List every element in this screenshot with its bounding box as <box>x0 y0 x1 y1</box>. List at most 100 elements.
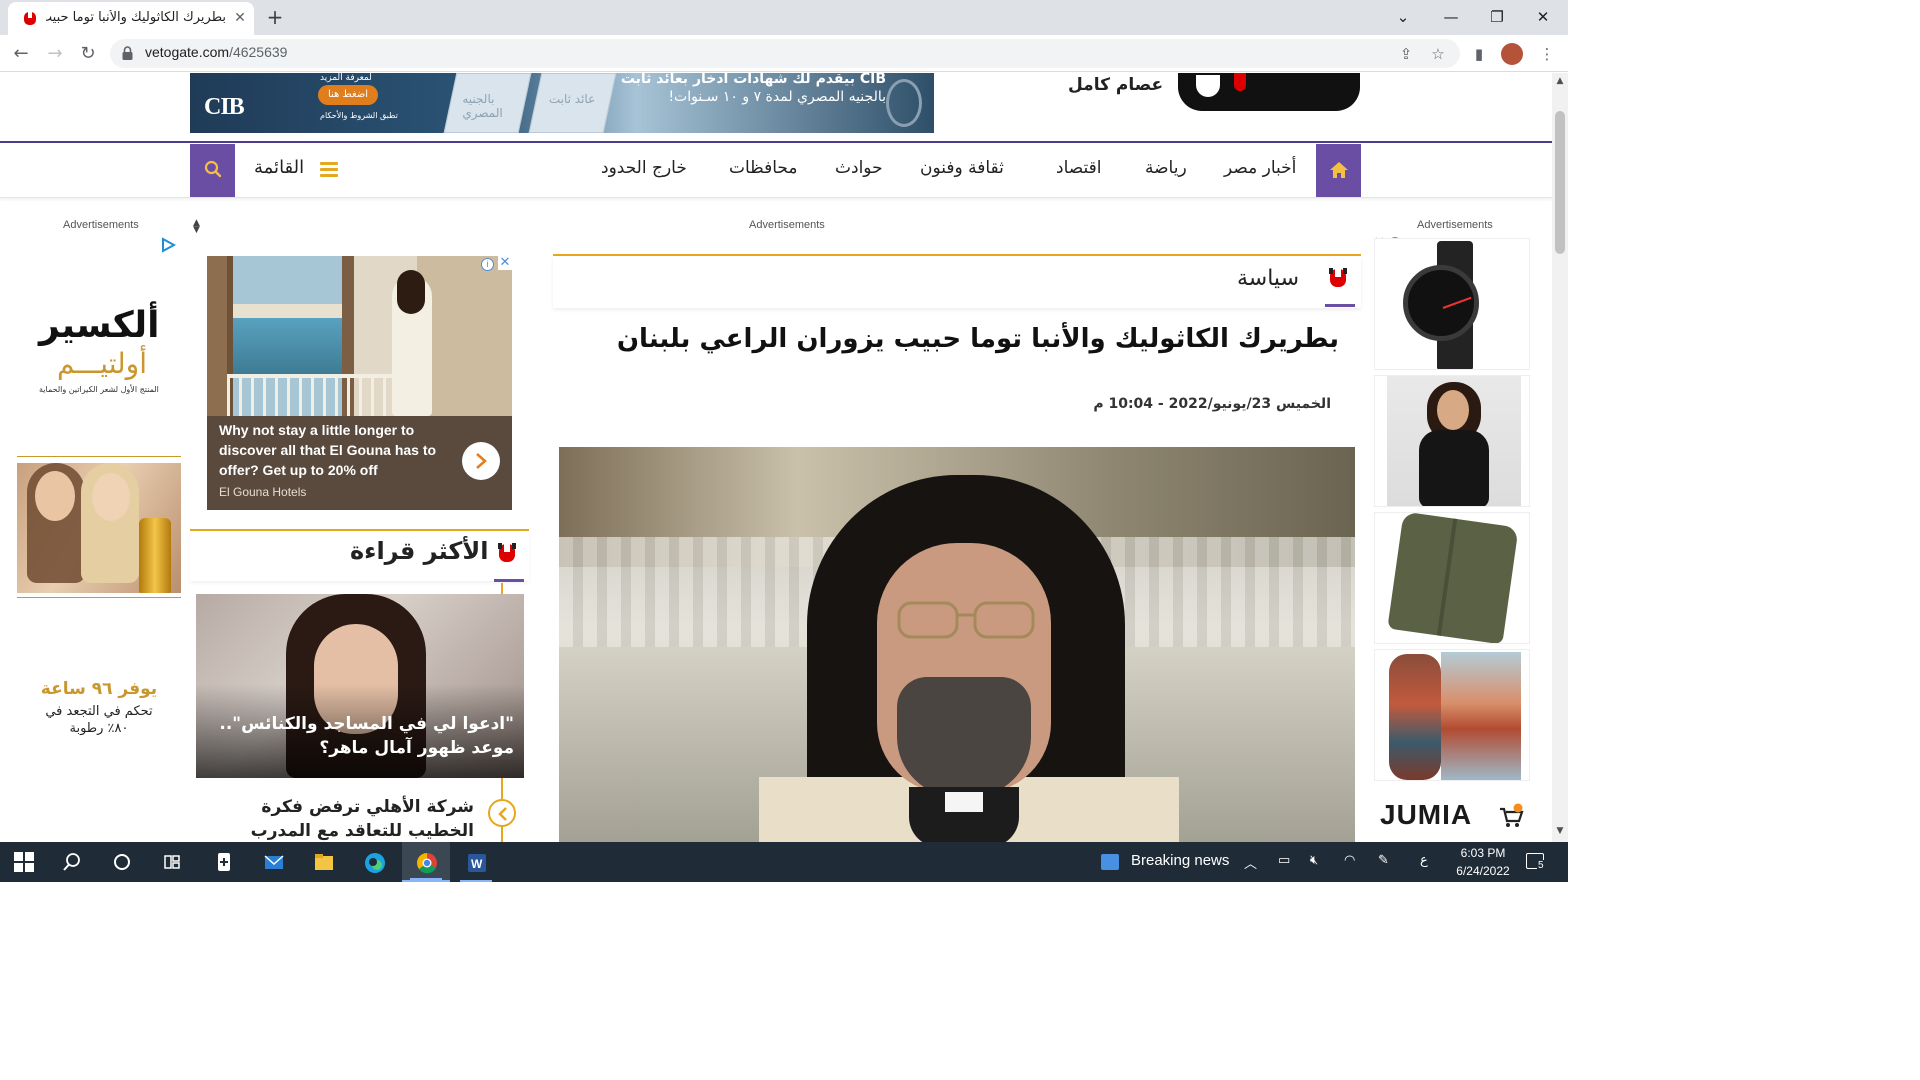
banner-subline: بالجنيه المصري لمدة ٧ و ١٠ سـنوات! <box>668 89 886 105</box>
side-panel-icon[interactable]: ▮ <box>1468 43 1490 65</box>
address-bar[interactable]: vetogate.com/4625639 ⇪ ☆ <box>110 39 1460 68</box>
banner-block-1: بالجنيه المصري <box>443 73 532 133</box>
browser-tab-active[interactable]: بطريرك الكاثوليك والأنبا توما حبيب ✕ <box>8 2 254 35</box>
most-read-featured-card[interactable]: "ادعوا لي في المساجد والكنائس".. موعد ظه… <box>196 594 524 778</box>
nav-item-abroad[interactable]: خارج الحدود <box>601 158 687 178</box>
new-tab-icon[interactable]: + <box>262 5 288 31</box>
ad-close-icon[interactable]: ✕ <box>498 256 512 270</box>
nav-item-egypt-news[interactable]: أخبار مصر <box>1224 158 1296 178</box>
tab-search-icon[interactable]: ⌄ <box>1380 4 1426 30</box>
file-explorer-icon[interactable] <box>300 842 348 882</box>
forward-icon[interactable]: → <box>42 41 68 67</box>
windows-start-icon[interactable] <box>0 842 48 882</box>
scroll-down-icon[interactable]: ▼ <box>1552 826 1568 836</box>
product-tattoo[interactable] <box>1374 649 1530 781</box>
cortana-icon[interactable] <box>98 842 146 882</box>
browser-menu-icon[interactable]: ⋮ <box>1536 43 1558 65</box>
wifi-icon[interactable]: ◠ <box>1344 853 1355 868</box>
sort-arrows-icon[interactable]: ▲ ▼ <box>193 219 203 235</box>
share-icon[interactable]: ⇪ <box>1396 44 1416 64</box>
profile-avatar[interactable] <box>1501 43 1523 65</box>
elixir-subbrand: أولتيـــم <box>57 347 147 380</box>
vetogate-logo[interactable] <box>1178 73 1360 113</box>
url-text: vetogate.com/4625639 <box>145 44 288 60</box>
hamburger-icon[interactable] <box>320 162 338 177</box>
most-read-title: الأكثر قراءة <box>350 537 489 565</box>
right-skyscraper-ad[interactable]: ✕ i JUMIA <box>1372 235 1532 842</box>
menu-button[interactable]: القائمة <box>254 157 304 185</box>
nav-item-governorates[interactable]: محافظات <box>729 158 798 178</box>
editor-name: عصام كامل <box>1068 75 1164 95</box>
list-item-headline: شركة الأهلي ترفض فكرة الخطيب للتعاقد مع … <box>250 797 474 841</box>
jumia-logo: JUMIA <box>1380 799 1473 830</box>
pen-icon[interactable]: ✎ <box>1378 853 1389 868</box>
chevron-right-icon[interactable] <box>462 442 500 480</box>
task-view-icon[interactable] <box>148 842 196 882</box>
banner-terms: تطبق الشروط والأحكام <box>320 111 398 120</box>
sponsored-source: El Gouna Hotels <box>219 485 307 499</box>
elixir-brand: ألكسير <box>39 305 160 346</box>
product-shorts[interactable] <box>1374 512 1530 644</box>
bookmark-star-icon[interactable]: ☆ <box>1428 44 1448 64</box>
tab-close-icon[interactable]: ✕ <box>230 8 250 28</box>
article-date: الخميس 23/يونيو/2022 - 10:04 م <box>1093 396 1331 412</box>
most-read-header: الأكثر قراءة <box>190 531 529 582</box>
ad-info-icon[interactable]: i <box>481 258 494 271</box>
close-window-icon[interactable]: ✕ <box>1520 4 1566 30</box>
taskbar-search-icon[interactable] <box>48 842 96 882</box>
news-widget-icon[interactable] <box>1101 854 1119 870</box>
word-icon[interactable]: W <box>452 842 500 882</box>
site-header: CIB لمعرفة المزيد اضغط هنا تطبق الشروط و… <box>0 73 1552 143</box>
maximize-icon[interactable]: ❐ <box>1474 4 1520 30</box>
nav-item-sports[interactable]: رياضة <box>1145 158 1187 178</box>
article-photo[interactable] <box>559 447 1355 842</box>
news-widget-label[interactable]: Breaking news <box>1131 852 1229 869</box>
lock-icon <box>122 46 133 60</box>
banner-cta-button[interactable]: اضغط هنا <box>318 85 378 105</box>
product-bodysuit[interactable] <box>1374 375 1530 507</box>
elixir-tagline: المنتج الأول لشعر الكيراتين والحماية <box>39 385 159 394</box>
back-icon[interactable]: ← <box>8 41 34 67</box>
mail-icon[interactable] <box>250 842 298 882</box>
page-viewport: CIB لمعرفة المزيد اضغط هنا تطبق الشروط و… <box>0 73 1552 842</box>
ads-label-left: Advertisements <box>63 219 139 231</box>
cib-banner-ad[interactable]: CIB لمعرفة المزيد اضغط هنا تطبق الشروط و… <box>190 73 934 133</box>
vetogate-mark-icon <box>1329 268 1347 287</box>
chevron-left-icon <box>488 799 516 827</box>
adchoices-play-icon[interactable] <box>160 237 176 253</box>
gold-divider <box>17 456 181 457</box>
system-clock[interactable]: 6:03 PM 6/24/2022 <box>1448 844 1518 880</box>
vetogate-favicon-icon <box>24 12 36 25</box>
left-skyscraper-ad[interactable]: ألكسير أولتيـــم المنتج الأول لشعر الكير… <box>17 235 181 842</box>
windows-taskbar: W Breaking news ︿ ▭ 🔇︎ ◠ ✎ ع 6:03 PM 6/2… <box>0 842 1568 882</box>
tab-title: بطريرك الكاثوليك والأنبا توما حبيب <box>46 10 226 25</box>
el-gouna-sponsored-ad[interactable]: Why not stay a little longer to discover… <box>207 256 512 510</box>
nav-item-culture-arts[interactable]: ثقافة وفنون <box>920 158 1004 178</box>
edge-icon[interactable] <box>350 842 398 882</box>
shopping-cart-icon <box>1500 803 1524 827</box>
scroll-up-icon[interactable]: ▲ <box>1552 76 1568 86</box>
volume-muted-icon[interactable]: 🔇︎ <box>1310 853 1318 868</box>
reload-icon[interactable]: ↻ <box>75 41 101 67</box>
home-button[interactable] <box>1316 144 1361 197</box>
main-navbar: القائمة أخبار مصر رياضة اقتصاد ثقافة وفن… <box>0 144 1552 198</box>
product-smartwatch[interactable] <box>1374 238 1530 370</box>
nav-item-accidents[interactable]: حوادث <box>835 158 883 178</box>
section-name[interactable]: سياسة <box>1237 266 1299 291</box>
browser-toolbar: ← → ↻ vetogate.com/4625639 ⇪ ☆ ▮ ⋮ <box>0 35 1568 72</box>
banner-cta-top: لمعرفة المزيد <box>320 73 372 83</box>
minimize-icon[interactable]: — <box>1428 4 1474 30</box>
elixir-models-photo <box>17 463 181 593</box>
input-language-indicator[interactable]: ع <box>1420 853 1428 868</box>
notification-center-icon[interactable]: 5 <box>1526 853 1545 871</box>
page-scrollbar[interactable]: ▲ ▼ <box>1552 73 1568 842</box>
search-button[interactable] <box>190 144 235 197</box>
chrome-icon[interactable] <box>402 842 450 882</box>
nav-item-economy[interactable]: اقتصاد <box>1056 158 1101 178</box>
device-icon[interactable]: ▭ <box>1278 853 1290 868</box>
show-hidden-icons-icon[interactable]: ︿ <box>1244 853 1257 872</box>
phone-link-icon[interactable] <box>200 842 248 882</box>
scroll-thumb[interactable] <box>1555 111 1565 254</box>
elixir-promo-hours: يوفر ٩٦ ساعة <box>40 679 158 699</box>
section-header: سياسة <box>553 256 1361 308</box>
